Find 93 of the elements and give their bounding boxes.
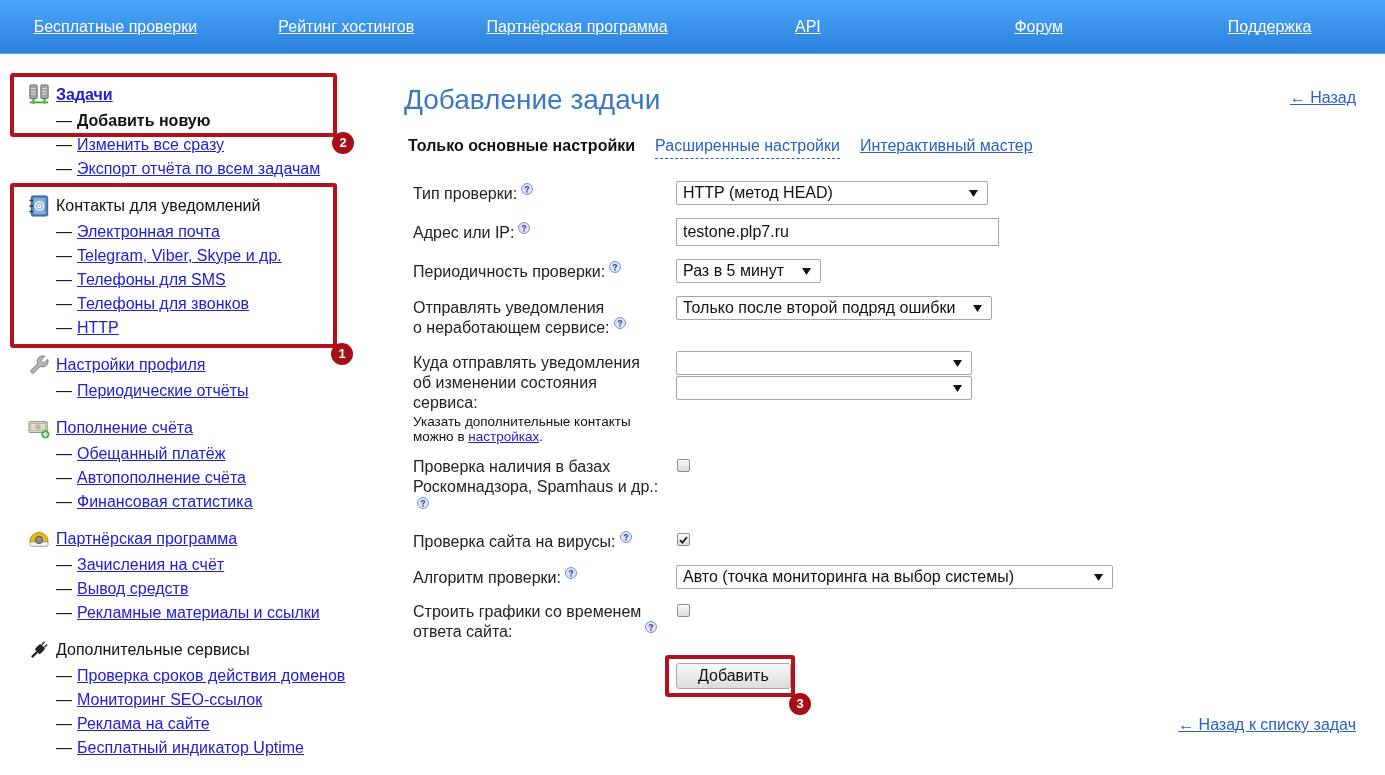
field-label: Периодичность проверки: xyxy=(413,262,606,282)
help-icon[interactable] xyxy=(518,222,531,234)
select-field[interactable] xyxy=(676,351,972,375)
servers-icon xyxy=(28,84,50,106)
help-icon[interactable] xyxy=(564,567,577,579)
back-link[interactable]: ← Назад xyxy=(1289,86,1356,110)
list-dash: — xyxy=(56,738,72,758)
list-dash: — xyxy=(56,294,72,314)
menu-link[interactable]: Бесплатный индикатор Uptime xyxy=(77,736,304,760)
menu-link[interactable]: Вывод средств xyxy=(77,577,189,601)
checkmark-icon xyxy=(679,535,688,544)
page-title: Добавление задачи xyxy=(404,84,661,116)
field-label: Куда отправлять уведомления об изменении состояния сервиса: xyxy=(413,353,640,413)
list-dash: — xyxy=(56,135,72,155)
menu-link[interactable]: Рекламные материалы и ссылки xyxy=(77,601,320,625)
caret-icon xyxy=(802,267,811,275)
help-icon[interactable] xyxy=(645,621,658,633)
help-icon[interactable] xyxy=(609,261,622,273)
section-link[interactable]: Настройки профиля xyxy=(56,353,206,377)
menu-link[interactable]: Телефоны для SMS xyxy=(77,268,226,292)
list-dash: — xyxy=(56,690,72,710)
field-label: Строить графики со временем ответа сайта: xyxy=(413,602,642,642)
section-link[interactable]: Пополнение счёта xyxy=(56,416,193,440)
list-dash: — xyxy=(56,603,72,623)
caret-icon xyxy=(953,384,962,392)
help-icon[interactable] xyxy=(521,183,534,195)
list-dash: — xyxy=(56,318,72,338)
select-field[interactable]: Авто (точка мониторинга на выбор системы) xyxy=(676,565,1113,589)
menu-link[interactable]: Обещанный платёж xyxy=(77,442,226,466)
section-heading: Дополнительные сервисы xyxy=(56,640,250,660)
field-label: Алгоритм проверки: xyxy=(413,568,561,588)
menu-link[interactable]: Телефоны для звонков xyxy=(77,292,250,316)
plug-icon xyxy=(28,639,50,661)
field-label: Отправлять уведомления о неработающем сервисе: xyxy=(413,298,610,338)
field-label: Тип проверки: xyxy=(413,184,518,204)
menu-link[interactable]: HTTP xyxy=(77,316,119,340)
section-link[interactable]: Задачи xyxy=(56,83,113,107)
list-dash: — xyxy=(56,666,72,686)
menu-link[interactable]: Финансовая статистика xyxy=(77,490,253,514)
list-dash: — xyxy=(56,111,72,131)
list-dash: — xyxy=(56,222,72,242)
select-field[interactable] xyxy=(676,376,972,400)
list-dash: — xyxy=(56,381,72,401)
help-icon[interactable] xyxy=(417,497,429,509)
settings-tab[interactable]: Интерактивный мастер xyxy=(859,134,1033,158)
list-dash: — xyxy=(56,714,72,734)
menu-link[interactable]: Зачисления на счёт xyxy=(77,553,225,577)
list-dash: — xyxy=(56,492,72,512)
list-dash: — xyxy=(56,246,72,266)
select-field[interactable]: HTTP (метод HEAD) xyxy=(676,181,988,205)
wrench-icon xyxy=(28,354,50,376)
field-label: Проверка сайта на вирусы: xyxy=(413,532,616,552)
menu-link[interactable]: Автопополнение счёта xyxy=(77,466,246,490)
menu-item[interactable]: Добавить новую xyxy=(77,109,211,133)
list-dash: — xyxy=(56,159,72,179)
menu-link[interactable]: Изменить все сразу xyxy=(77,133,225,157)
section-heading: Контакты для уведомлений xyxy=(56,196,261,216)
caret-icon xyxy=(973,304,982,312)
menu-link[interactable]: Реклама на сайте xyxy=(77,712,210,736)
submit-button[interactable]: Добавить xyxy=(676,663,791,689)
text-input[interactable]: testone.plp7.ru xyxy=(676,218,999,246)
step-badge: 1 xyxy=(331,343,353,365)
caret-icon xyxy=(1094,573,1103,581)
settings-tab[interactable]: Расширенные настройки xyxy=(655,133,840,159)
menu-link[interactable]: Проверка сроков действия доменов xyxy=(77,664,346,688)
list-dash: — xyxy=(56,579,72,599)
checkbox[interactable] xyxy=(677,459,690,472)
list-dash: — xyxy=(56,270,72,290)
menu-link[interactable]: Мониторинг SEO-ссылок xyxy=(77,688,263,712)
field-label: Проверка наличия в базах Роскомнадзора, Spamhaus и др.: xyxy=(413,457,659,497)
caret-icon xyxy=(969,189,978,197)
settings-tab[interactable]: Только основные настройки xyxy=(408,134,636,158)
select-field[interactable]: Раз в 5 минут xyxy=(676,259,821,283)
menu-link[interactable]: Периодические отчёты xyxy=(77,379,249,403)
address-book-icon xyxy=(28,195,50,217)
step-badge: 3 xyxy=(789,693,811,715)
step-badge: 2 xyxy=(332,132,354,154)
help-icon[interactable] xyxy=(619,531,632,543)
list-dash: — xyxy=(56,444,72,464)
section-link[interactable]: Партнёрская программа xyxy=(56,527,238,551)
list-dash: — xyxy=(56,555,72,575)
list-dash: — xyxy=(56,468,72,488)
help-icon[interactable] xyxy=(613,317,626,329)
select-field[interactable]: Только после второй подряд ошибки xyxy=(676,296,992,320)
caret-icon xyxy=(953,359,962,367)
checkbox[interactable] xyxy=(677,604,690,617)
menu-link[interactable]: Telegram, Viber, Skype и др. xyxy=(77,244,282,268)
menu-link[interactable]: Электронная почта xyxy=(77,220,220,244)
menu-link[interactable]: Экспорт отчёта по всем задачам xyxy=(77,157,321,181)
checkbox[interactable] xyxy=(677,533,690,546)
back-to-list-link[interactable]: ← Назад к списку задач xyxy=(1178,713,1356,737)
hint-text: Указать дополнительные контакты можно в настройках. xyxy=(413,414,632,444)
field-label: Адрес или IP: xyxy=(413,223,515,243)
